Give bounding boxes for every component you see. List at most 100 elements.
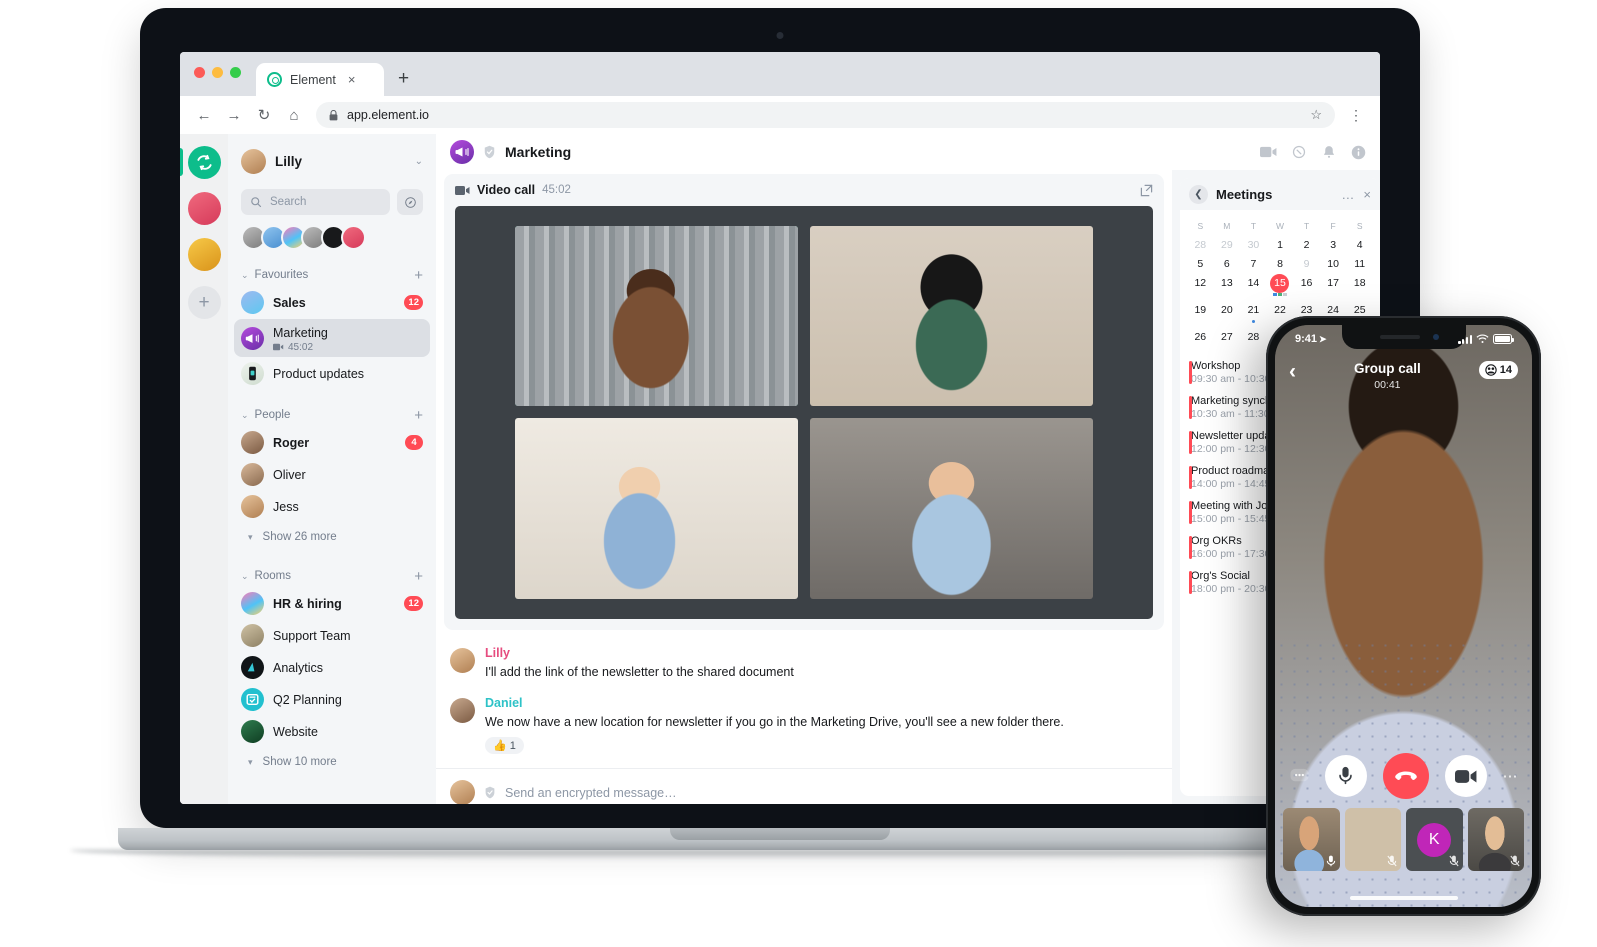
calendar-day[interactable]: 16 (1293, 274, 1320, 293)
avatar[interactable] (450, 697, 475, 723)
expand-icon[interactable] (1140, 184, 1153, 197)
calendar-day[interactable]: 28 (1240, 328, 1267, 347)
calendar-day[interactable]: 10 (1320, 255, 1347, 274)
calendar-day-today[interactable]: 15 (1267, 274, 1294, 293)
sidebar-item-oliver[interactable]: Oliver (234, 459, 430, 490)
calendar-day[interactable]: 20 (1214, 301, 1241, 320)
bookmark-icon[interactable]: ☆ (1310, 107, 1322, 123)
minimize-window-button[interactable] (212, 67, 223, 78)
message-sender[interactable]: Lilly (485, 646, 794, 660)
calendar-day[interactable]: 18 (1346, 274, 1373, 293)
sidebar-item-jess[interactable]: Jess (234, 491, 430, 522)
calendar-day[interactable]: 11 (1346, 255, 1373, 274)
browser-tab[interactable]: Element × (256, 63, 384, 96)
sidebar-item-analytics[interactable]: Analytics (234, 652, 430, 683)
search-icon[interactable] (1292, 145, 1307, 160)
section-header[interactable]: ⌄ People + (228, 404, 436, 426)
chevron-down-icon[interactable]: ⌄ (241, 410, 249, 421)
new-tab-button[interactable]: + (398, 69, 409, 88)
video-tile[interactable] (515, 418, 798, 599)
sidebar-item-support-team[interactable]: Support Team (234, 620, 430, 651)
video-button[interactable] (1444, 755, 1487, 797)
calendar-day[interactable]: 2 (1293, 236, 1320, 255)
message-sender[interactable]: Daniel (485, 696, 1064, 710)
more-icon[interactable]: ⋯ (1503, 767, 1518, 785)
calendar-day[interactable]: 29 (1214, 236, 1241, 255)
bell-icon[interactable] (1322, 145, 1336, 160)
address-bar[interactable]: app.element.io ☆ (316, 102, 1335, 128)
calendar-day[interactable]: 14 (1240, 274, 1267, 293)
user-menu-button[interactable]: Lilly ⌄ (228, 144, 436, 178)
hangup-button[interactable] (1382, 753, 1429, 799)
reload-icon[interactable]: ↻ (256, 106, 272, 124)
add-space-button[interactable]: + (187, 286, 221, 319)
calendar-day[interactable]: 13 (1214, 274, 1241, 293)
section-header[interactable]: ⌄ Rooms + (228, 565, 436, 587)
message-composer[interactable]: Send an encrypted message… (436, 768, 1172, 804)
add-room-button[interactable]: + (414, 568, 423, 585)
sidebar-item-q2-planning[interactable]: Q2 Planning (234, 684, 430, 715)
calendar-day[interactable]: 8 (1267, 255, 1294, 274)
back-icon[interactable]: ‹ (1289, 361, 1296, 382)
info-icon[interactable] (1351, 145, 1366, 160)
search-input[interactable]: Search (241, 189, 390, 215)
call-thumbnail[interactable] (1344, 808, 1401, 871)
call-thumbnail[interactable] (1467, 808, 1524, 871)
call-thumbnail[interactable] (1283, 808, 1340, 871)
calendar-day[interactable]: 6 (1214, 255, 1241, 274)
video-tile[interactable] (515, 226, 798, 407)
sidebar-item-website[interactable]: Website (234, 716, 430, 747)
sidebar-item-hr-hiring[interactable]: HR & hiring 12 (234, 588, 430, 619)
section-header[interactable]: ⌄ Favourites + (228, 264, 436, 286)
calendar-day[interactable]: 9 (1293, 255, 1320, 274)
recent-people-strip[interactable] (228, 215, 436, 250)
video-tile[interactable] (810, 418, 1093, 599)
chevron-down-icon[interactable]: ⌄ (241, 571, 249, 582)
calendar-day[interactable]: 17 (1320, 274, 1347, 293)
calendar-day[interactable]: 12 (1187, 274, 1214, 293)
calendar-day[interactable]: 4 (1346, 236, 1373, 255)
meetings-more-icon[interactable]: … (1341, 187, 1355, 202)
calendar-day[interactable]: 21 (1240, 301, 1267, 320)
message-reaction[interactable]: 👍 1 (485, 737, 524, 755)
forward-icon[interactable]: → (226, 107, 242, 124)
calendar-day[interactable]: 26 (1187, 328, 1214, 347)
avatar[interactable] (450, 647, 475, 673)
video-icon[interactable] (1260, 146, 1277, 158)
participant-count-button[interactable]: 14 (1478, 361, 1518, 379)
add-person-button[interactable]: + (414, 407, 423, 424)
calendar-day[interactable]: 1 (1267, 236, 1294, 255)
chevron-down-icon[interactable]: ⌄ (415, 156, 423, 167)
call-thumbnail[interactable]: K (1406, 808, 1463, 871)
show-more-people-button[interactable]: ▾ Show 26 more (228, 523, 436, 551)
calendar-day[interactable]: 3 (1320, 236, 1347, 255)
home-icon[interactable]: ⌂ (286, 107, 302, 124)
browser-menu-icon[interactable]: ⋮ (1349, 107, 1364, 124)
calendar-day[interactable]: 28 (1187, 236, 1214, 255)
mic-button[interactable] (1324, 755, 1367, 797)
space-avatar-yellow[interactable] (187, 238, 221, 271)
chevron-left-icon[interactable]: ❮ (1189, 184, 1208, 204)
sidebar-item-marketing[interactable]: Marketing 45:02 (234, 319, 430, 357)
avatar[interactable] (341, 225, 366, 250)
chevron-down-icon[interactable]: ⌄ (241, 270, 249, 281)
maximize-window-button[interactable] (230, 67, 241, 78)
add-room-button[interactable]: + (414, 267, 423, 284)
back-icon[interactable]: ← (196, 107, 212, 124)
calendar-day[interactable]: 7 (1240, 255, 1267, 274)
show-more-rooms-button[interactable]: ▾ Show 10 more (228, 748, 436, 776)
sidebar-item-product-updates[interactable]: Product updates (234, 358, 430, 389)
space-avatar-club[interactable] (187, 192, 221, 225)
video-tile[interactable] (810, 226, 1093, 407)
sidebar-item-roger[interactable]: Roger 4 (234, 427, 430, 458)
calendar-day[interactable]: 5 (1187, 255, 1214, 274)
close-icon[interactable]: × (1363, 187, 1371, 202)
close-window-button[interactable] (194, 67, 205, 78)
calendar-day[interactable]: 30 (1240, 236, 1267, 255)
explore-rooms-button[interactable] (397, 189, 423, 215)
sidebar-item-sales[interactable]: Sales 12 (234, 287, 430, 318)
calendar-day[interactable]: 19 (1187, 301, 1214, 320)
window-traffic-lights[interactable] (194, 67, 241, 78)
close-tab-icon[interactable]: × (348, 72, 356, 87)
calendar-day[interactable]: 27 (1214, 328, 1241, 347)
